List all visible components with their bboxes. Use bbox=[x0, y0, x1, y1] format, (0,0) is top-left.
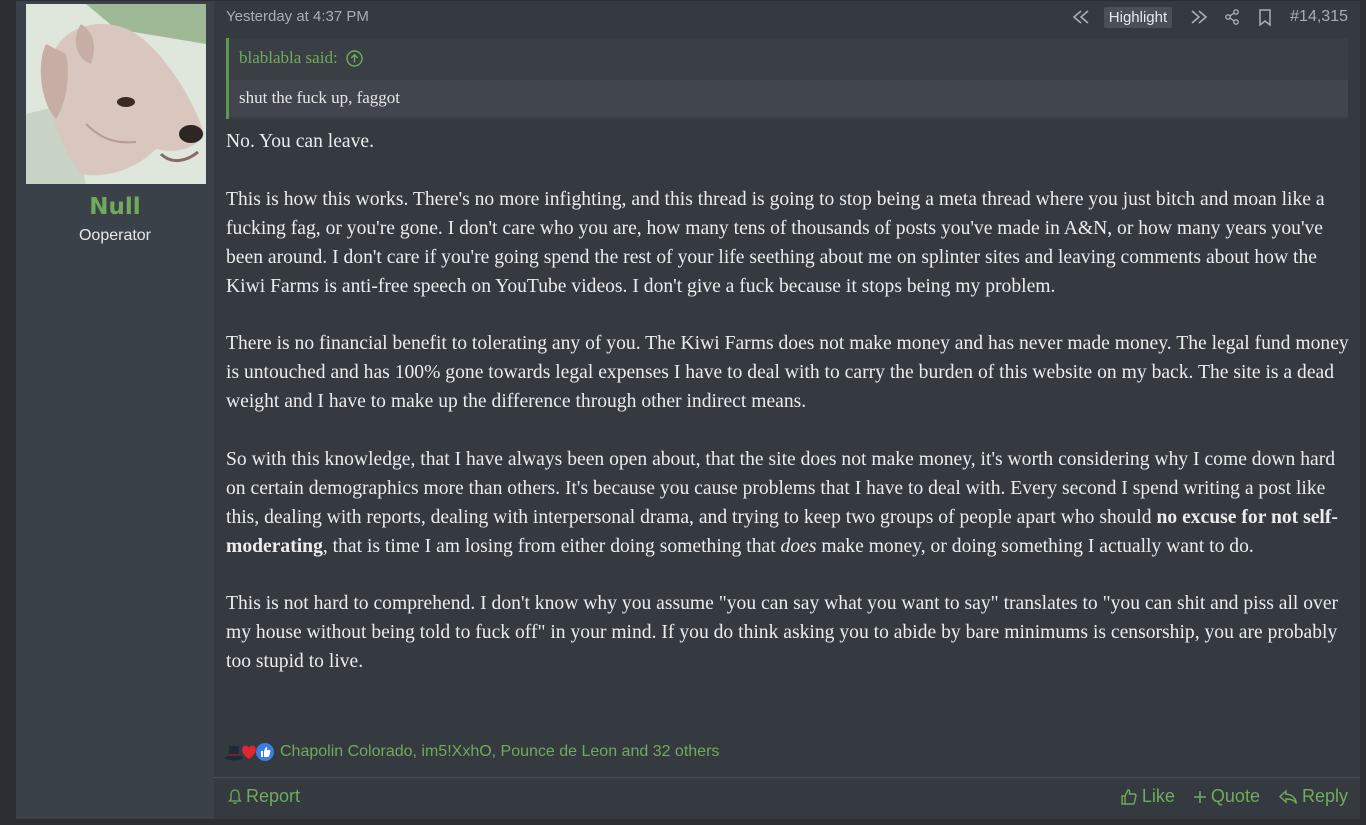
quote-attribution[interactable]: blablabla said: bbox=[239, 48, 363, 68]
reaction-users[interactable]: Chapolin Colorado, im5!XxhO, Pounce de L… bbox=[280, 743, 719, 761]
thumbs-up-icon bbox=[256, 743, 274, 761]
bell-icon bbox=[228, 788, 242, 805]
highlight-button[interactable]: Highlight bbox=[1103, 6, 1173, 28]
fast-forward-icon[interactable] bbox=[1190, 10, 1208, 24]
paragraph-text: , that is time I am losing from either d… bbox=[322, 535, 781, 557]
share-icon[interactable] bbox=[1224, 9, 1240, 25]
paragraph: This is not hard to comprehend. I don't … bbox=[226, 593, 1339, 673]
paragraph-text: make money, or doing something I actuall… bbox=[816, 535, 1254, 557]
report-label: Report bbox=[246, 786, 301, 806]
post-number[interactable]: #14,315 bbox=[1290, 8, 1348, 26]
avatar[interactable] bbox=[26, 4, 206, 184]
post-body: No. You can leave. This is how this work… bbox=[226, 128, 1356, 706]
arrow-up-circle-icon[interactable] bbox=[345, 49, 363, 67]
bookmark-icon[interactable] bbox=[1258, 8, 1272, 26]
plus-icon bbox=[1193, 790, 1207, 804]
like-label: Like bbox=[1141, 786, 1175, 806]
forum-post: Null Ooperator Yesterday at 4:37 PM High… bbox=[15, 0, 1361, 820]
quote-block: blablabla said: shut the fuck up, faggot bbox=[226, 38, 1348, 119]
paragraph: There is no financial benefit to tolerat… bbox=[226, 333, 1349, 413]
quote-label: Quote bbox=[1210, 786, 1260, 806]
reactions-bar[interactable]: Chapolin Colorado, im5!XxhO, Pounce de L… bbox=[224, 743, 719, 761]
reply-arrow-icon bbox=[1278, 788, 1298, 805]
post-footer: Report Like Quote Reply bbox=[214, 777, 1360, 820]
post-actions: Like Quote Reply bbox=[1120, 786, 1348, 807]
paragraph: So with this knowledge, that I have alwa… bbox=[226, 446, 1356, 562]
user-cell: Null Ooperator bbox=[16, 1, 214, 819]
reply-label: Reply bbox=[1301, 786, 1348, 806]
username[interactable]: Null bbox=[16, 194, 214, 220]
post-header-actions: Highlight #14,315 bbox=[1072, 6, 1348, 28]
quote-author[interactable]: blablabla said: bbox=[239, 48, 338, 68]
italic-text: does bbox=[780, 535, 817, 557]
paragraph: This is how this works. There's no more … bbox=[226, 188, 1325, 297]
quote-button[interactable]: Quote bbox=[1193, 786, 1260, 807]
rewind-icon[interactable] bbox=[1072, 10, 1090, 24]
user-title: Ooperator bbox=[78, 227, 152, 244]
dog-avatar-icon bbox=[26, 4, 206, 184]
post-timestamp[interactable]: Yesterday at 4:37 PM bbox=[226, 8, 369, 25]
report-button[interactable]: Report bbox=[228, 786, 300, 807]
thumbs-up-outline-icon bbox=[1120, 788, 1138, 806]
reply-button[interactable]: Reply bbox=[1278, 786, 1348, 807]
post-main: Yesterday at 4:37 PM Highlight #14,315 b… bbox=[214, 1, 1360, 819]
like-button[interactable]: Like bbox=[1120, 786, 1175, 807]
quote-text: shut the fuck up, faggot bbox=[229, 80, 1348, 117]
paragraph: No. You can leave. bbox=[226, 131, 375, 152]
